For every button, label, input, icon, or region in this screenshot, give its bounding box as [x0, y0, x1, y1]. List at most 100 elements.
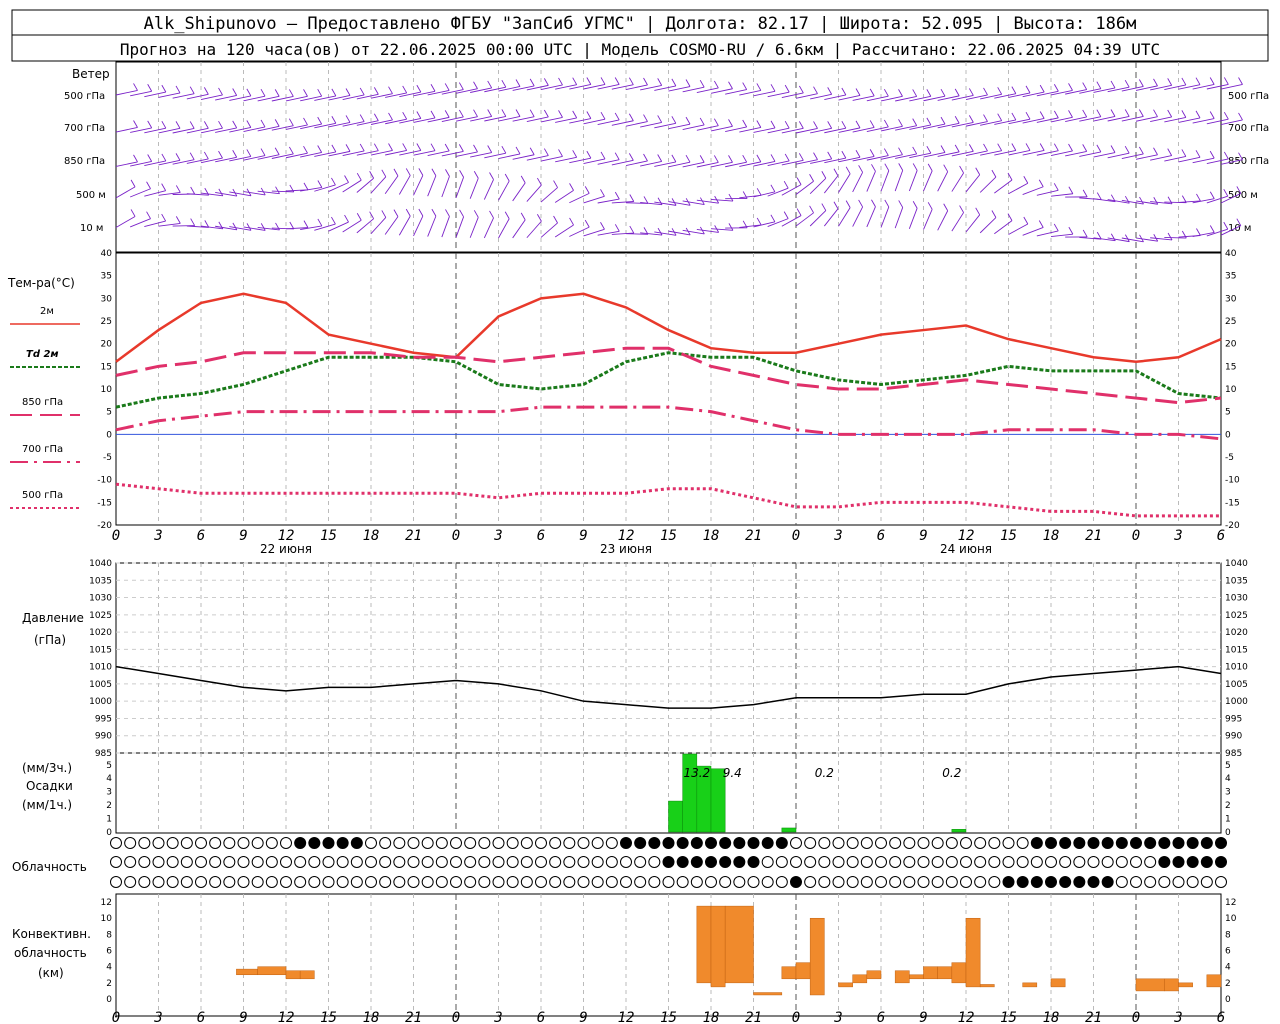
wind-barb-flag	[1096, 144, 1102, 153]
cloud-cover-symbol	[790, 837, 802, 849]
hour-tick-label: 0	[1132, 528, 1140, 544]
wind-barb	[1036, 230, 1059, 237]
convective-bar	[1022, 982, 1038, 988]
wind-barb-flag	[402, 85, 408, 94]
cloud-cover-symbol	[421, 856, 434, 868]
precip-amount-label: 9.4	[723, 766, 742, 780]
wind-barb	[809, 177, 827, 195]
wind-barb-flag	[459, 169, 464, 178]
wind-level-850hpa: 850 гПа	[64, 156, 105, 167]
wind-barb-flag	[1167, 232, 1173, 241]
cloud-cover-symbol	[634, 837, 647, 849]
wind-barb-flag	[572, 150, 578, 158]
hour-tick-label: 18	[1043, 528, 1060, 544]
wind-barb-flag	[1110, 109, 1116, 117]
wind-barb-flag	[1195, 110, 1201, 119]
temp-legend: 2м Td 2м 850 гПа 700 гПа 500 гПа	[10, 306, 80, 509]
wind-barb	[710, 88, 733, 94]
cloud-cover-symbol	[195, 876, 207, 888]
pressure-ytick-r: 1000	[1225, 697, 1248, 707]
cloud-cover-symbol	[1101, 876, 1114, 888]
cloud-cover-symbol	[365, 856, 377, 868]
wind-barb-flag	[770, 84, 776, 92]
cloud-cover-symbol	[889, 837, 902, 849]
wind-barb	[980, 120, 1002, 126]
cloud-cover-symbol	[237, 856, 250, 868]
wind-barb-flag	[991, 169, 997, 178]
wind-barb	[965, 121, 988, 127]
wind-barb-flag	[1039, 84, 1045, 93]
cloud-cover-symbol	[1130, 837, 1142, 849]
wind-barb-flag	[742, 119, 748, 128]
precip-ytick: 1	[106, 815, 112, 825]
wind-barb-flag	[190, 218, 196, 226]
wind-barb-flag	[1209, 191, 1215, 199]
wind-level-10m: 10 м	[80, 223, 103, 234]
wind-barb	[271, 125, 294, 131]
wind-barb	[696, 199, 719, 204]
wind-barb-flag	[742, 82, 748, 90]
conv-ytick-r: 8	[1225, 930, 1231, 940]
pressure-ytick-r: 985	[1225, 749, 1242, 759]
hour-tick-label: 6	[537, 528, 545, 544]
cloud-cover-symbol	[1158, 876, 1171, 888]
wind-barb	[781, 159, 804, 166]
cloud-cover-symbol	[294, 837, 307, 849]
cloud-cover-symbol	[322, 876, 335, 888]
wind-barb	[257, 125, 280, 132]
wind-barb	[1150, 155, 1172, 161]
cloud-cover-symbol	[875, 876, 887, 888]
wind-barb-flag	[189, 86, 195, 94]
wind-barb-flag	[260, 88, 266, 97]
wind-barb	[115, 161, 138, 167]
wind-barb	[1050, 89, 1073, 96]
wind-barb-flag	[770, 184, 776, 193]
pressure-ytick: 990	[95, 732, 112, 742]
cloud-cover-symbol	[747, 837, 760, 849]
wind-barb	[1079, 88, 1101, 94]
wind-barb	[908, 208, 918, 229]
wind-barb	[441, 176, 450, 198]
precip-amount-label: 0.2	[815, 766, 834, 780]
cloud-cover-symbol	[790, 856, 802, 868]
cloud-cover-symbol	[464, 856, 477, 868]
wind-barb	[994, 119, 1016, 125]
cloud-cover-symbol	[322, 856, 335, 868]
cloud-cover-symbol	[407, 837, 420, 849]
wind-barb	[979, 176, 997, 193]
cloud-cover-symbol	[1059, 837, 1072, 849]
pressure-ytick-r: 1035	[1225, 576, 1248, 586]
hour-tick-label: 6	[877, 528, 885, 544]
wind-barb	[1036, 90, 1059, 97]
wind-barb	[469, 178, 479, 199]
precip-ytick-r: 3	[1225, 788, 1231, 798]
wind-barb-flag	[827, 87, 833, 95]
convective-bar	[285, 970, 301, 980]
wind-barb-flag	[288, 146, 294, 155]
wind-barb-flag	[246, 88, 252, 97]
cloud-cover-symbol	[435, 837, 448, 849]
wind-barb-flag	[858, 165, 864, 173]
cloud-cover-symbol	[1002, 856, 1015, 868]
wind-barb-flag	[260, 119, 266, 128]
hour-tick-label: 18	[363, 528, 380, 544]
wind-barb-flag	[845, 200, 851, 208]
wind-barb	[838, 127, 861, 133]
wind-barb	[611, 120, 634, 126]
wind-barb	[682, 200, 705, 206]
wind-barb	[625, 121, 648, 127]
wind-barb	[484, 86, 506, 93]
wind-barb	[597, 159, 620, 165]
pressure-ytick-r: 990	[1225, 732, 1242, 742]
cloud-cover-symbol	[251, 837, 264, 849]
cloud-cover-symbol	[478, 876, 491, 888]
cloud-cover-symbol	[719, 856, 732, 868]
cloud-cover-symbol	[846, 856, 859, 868]
wind-barb-flag	[369, 211, 375, 219]
wind-barb-flag	[147, 84, 153, 92]
hour-tick-label: 0	[112, 528, 120, 544]
cloud-cover-symbol	[1172, 837, 1185, 849]
precip-amount-label: 0.2	[942, 766, 961, 780]
wind-barb	[583, 118, 606, 125]
wind-barb-flag	[189, 121, 195, 129]
